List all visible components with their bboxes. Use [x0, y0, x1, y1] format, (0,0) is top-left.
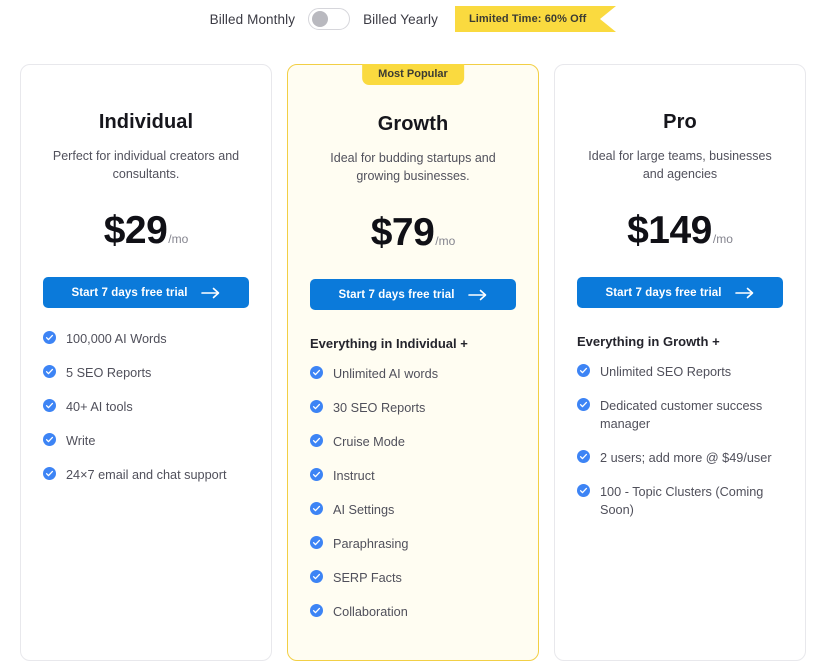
feature-label: Write [66, 434, 96, 449]
feature-item: Dedicated customer success manager [577, 397, 783, 433]
feature-label: 100,000 AI Words [66, 332, 167, 347]
check-circle-icon [310, 366, 323, 380]
check-circle-icon [43, 365, 56, 379]
plan-description: Ideal for budding startups and growing b… [330, 151, 496, 184]
start-trial-button[interactable]: Start 7 days free trial [310, 279, 516, 311]
check-circle-icon [43, 433, 56, 447]
feature-item: 30 SEO Reports [310, 399, 516, 417]
feature-label: Unlimited AI words [333, 367, 439, 382]
billing-period-toggle[interactable] [308, 8, 351, 30]
check-circle-icon [310, 468, 323, 482]
plan-price-row: $149/mo [577, 209, 783, 253]
check-circle-icon [43, 331, 56, 345]
toggle-knob [312, 11, 329, 27]
check-circle-icon [577, 484, 590, 498]
feature-item: Cruise Mode [310, 433, 516, 451]
check-circle-icon [577, 364, 590, 378]
plan-price-period: /mo [168, 232, 189, 247]
feature-label: Paraphrasing [333, 537, 409, 552]
feature-label: SERP Facts [333, 571, 402, 586]
arrow-right-icon [734, 287, 753, 299]
plan-name: Growth [377, 113, 449, 135]
plan-description: Ideal for large teams, businesses and ag… [588, 149, 772, 182]
plan-price-row: $29/mo [43, 209, 249, 253]
billed-yearly-label[interactable]: Billed Yearly [363, 12, 438, 27]
feature-item: Instruct [310, 467, 516, 485]
feature-item: Write [43, 432, 249, 450]
feature-item: AI Settings [310, 501, 516, 519]
feature-item: Unlimited AI words [310, 365, 516, 383]
promo-ribbon-badge: Limited Time: 60% Off [454, 6, 617, 32]
feature-item: 100 - Topic Clusters (Coming Soon) [577, 483, 783, 519]
feature-list-heading: Everything in Individual + [310, 336, 468, 352]
check-circle-icon [310, 604, 323, 618]
check-circle-icon [310, 400, 323, 414]
pricing-card-growth: Most Popular Growth Ideal for budding st… [287, 63, 539, 661]
feature-item: 40+ AI tools [43, 398, 249, 416]
plan-name: Individual [98, 111, 194, 133]
feature-label: 24×7 email and chat support [66, 468, 227, 483]
check-circle-icon [310, 502, 323, 516]
feature-label: Collaboration [333, 605, 408, 620]
feature-label: Cruise Mode [333, 435, 405, 450]
promo-ribbon-label: Limited Time: 60% Off [468, 13, 587, 25]
feature-label: AI Settings [333, 503, 395, 518]
check-circle-icon [43, 467, 56, 481]
start-trial-button[interactable]: Start 7 days free trial [577, 277, 783, 309]
feature-label: Instruct [333, 469, 375, 484]
check-circle-icon [577, 398, 590, 412]
plan-price-period: /mo [712, 232, 733, 247]
pricing-cards: Individual Perfect for individual creato… [0, 63, 826, 661]
check-circle-icon [310, 434, 323, 448]
feature-label: Dedicated customer success manager [600, 399, 763, 432]
pricing-card-individual: Individual Perfect for individual creato… [20, 64, 272, 661]
check-circle-icon [310, 570, 323, 584]
plan-price: $149 [627, 209, 712, 253]
plan-price-row: $79/mo [310, 211, 516, 255]
start-trial-button-label: Start 7 days free trial [71, 286, 188, 299]
plan-name: Pro [663, 111, 697, 133]
plan-price-period: /mo [435, 234, 456, 249]
arrow-right-icon [467, 289, 486, 301]
feature-label: 5 SEO Reports [66, 366, 152, 381]
feature-item: Paraphrasing [310, 535, 516, 553]
feature-label: 2 users; add more @ $49/user [600, 451, 772, 466]
check-circle-icon [43, 399, 56, 413]
check-circle-icon [310, 536, 323, 550]
most-popular-badge: Most Popular [362, 63, 464, 85]
feature-item: SERP Facts [310, 569, 516, 587]
feature-item: Collaboration [310, 603, 516, 621]
plan-price: $79 [370, 211, 435, 255]
billing-toggle-row: Billed Monthly Billed Yearly Limited Tim… [0, 0, 826, 38]
feature-item: 5 SEO Reports [43, 364, 249, 382]
plan-price: $29 [103, 209, 168, 253]
check-circle-icon [577, 450, 590, 464]
start-trial-button[interactable]: Start 7 days free trial [43, 277, 249, 309]
feature-label: 30 SEO Reports [333, 401, 426, 416]
ribbon-notch-icon [600, 6, 617, 32]
feature-list: Unlimited SEO Reports Dedicated customer… [577, 363, 783, 519]
feature-item: 2 users; add more @ $49/user [577, 449, 783, 467]
feature-label: 40+ AI tools [66, 400, 133, 415]
feature-list-heading: Everything in Growth + [577, 334, 720, 350]
start-trial-button-label: Start 7 days free trial [605, 286, 722, 299]
feature-item: 100,000 AI Words [43, 330, 249, 348]
feature-item: 24×7 email and chat support [43, 466, 249, 484]
feature-label: 100 - Topic Clusters (Coming Soon) [600, 485, 764, 518]
arrow-right-icon [200, 287, 219, 299]
feature-item: Unlimited SEO Reports [577, 363, 783, 381]
feature-list: 100,000 AI Words 5 SEO Reports 40+ AI to… [43, 330, 249, 484]
plan-description: Perfect for individual creators and cons… [52, 149, 240, 182]
feature-list: Unlimited AI words 30 SEO Reports Cruise… [310, 365, 516, 621]
feature-label: Unlimited SEO Reports [600, 365, 732, 380]
billed-monthly-label[interactable]: Billed Monthly [210, 12, 295, 27]
pricing-card-pro: Pro Ideal for large teams, businesses an… [554, 64, 806, 661]
start-trial-button-label: Start 7 days free trial [338, 288, 455, 301]
